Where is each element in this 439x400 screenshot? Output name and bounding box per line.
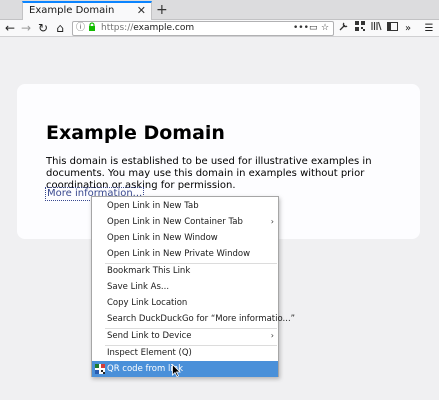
page-actions-icon[interactable]: ••• (293, 22, 309, 35)
mouse-cursor-icon (172, 364, 181, 377)
menu-item-copy-link-location[interactable]: Copy Link Location (92, 295, 278, 311)
close-tab-icon[interactable]: ✕ (137, 4, 146, 17)
hamburger-menu-icon[interactable]: ☰ (422, 20, 436, 37)
menu-item-label: Bookmark This Link (107, 266, 191, 276)
page-title: Example Domain (46, 122, 225, 144)
home-icon[interactable]: ⌂ (52, 20, 68, 37)
menu-item-open-private-window[interactable]: Open Link in New Private Window (92, 246, 278, 262)
reader-view-icon[interactable]: ▭ (309, 22, 318, 35)
menu-item-label: Send Link to Device (107, 331, 192, 341)
browser-window: Example Domain ✕ + ← → ↻ ⌂ ⓘ https://exa… (0, 0, 439, 400)
menu-item-inspect-element[interactable]: Inspect Element (Q) (92, 345, 278, 361)
qr-code-icon (95, 364, 105, 374)
url-text[interactable]: https://example.com (101, 22, 194, 35)
wrench-icon[interactable] (337, 20, 351, 37)
menu-item-label: Open Link in New Private Window (107, 249, 251, 259)
url-bar[interactable]: ⓘ https://example.com ••• ▭ ☆ (72, 21, 334, 36)
menu-item-label: Open Link in New Window (107, 233, 218, 243)
menu-item-label: Search DuckDuckGo for “More informatio..… (107, 314, 296, 324)
new-tab-button[interactable]: + (156, 1, 168, 19)
menu-item-open-new-window[interactable]: Open Link in New Window (92, 230, 278, 246)
menu-item-label: Save Link As... (107, 282, 170, 292)
menu-item-open-container-tab[interactable]: Open Link in New Container Tab › (92, 214, 278, 230)
sidebar-icon[interactable] (385, 20, 399, 37)
qr-glyph (355, 21, 365, 31)
tab-title: Example Domain (29, 5, 115, 16)
sidebar-glyph (386, 22, 398, 31)
bookmark-star-icon[interactable]: ☆ (321, 22, 329, 35)
menu-item-save-link-as[interactable]: Save Link As... (92, 279, 278, 295)
lock-icon (88, 22, 96, 37)
tab-example-domain[interactable]: Example Domain ✕ (22, 1, 152, 21)
wrench-glyph (339, 22, 348, 31)
url-scheme: https:// (101, 23, 134, 33)
back-icon[interactable]: ← (2, 20, 18, 37)
navigation-toolbar: ← → ↻ ⌂ ⓘ https://example.com ••• ▭ ☆ » … (0, 20, 439, 37)
library-glyph (370, 21, 382, 31)
url-host: example.com (133, 23, 195, 33)
menu-item-bookmark-link[interactable]: Bookmark This Link (92, 263, 278, 279)
menu-item-send-link-to-device[interactable]: Send Link to Device › (92, 328, 278, 344)
menu-item-label: Inspect Element (Q) (107, 348, 192, 358)
submenu-arrow-icon: › (270, 217, 274, 226)
menu-item-open-new-tab[interactable]: Open Link in New Tab (92, 198, 278, 214)
tab-strip: Example Domain ✕ + (0, 0, 439, 21)
qr-code-icon[interactable] (353, 20, 367, 37)
menu-item-label: Open Link in New Tab (107, 201, 199, 211)
menu-item-search-duckduckgo[interactable]: Search DuckDuckGo for “More informatio..… (92, 311, 295, 327)
context-menu: Open Link in New Tab Open Link in New Co… (91, 196, 295, 377)
site-info-icon[interactable]: ⓘ (76, 22, 85, 35)
menu-item-label: Open Link in New Container Tab (107, 217, 243, 227)
submenu-arrow-icon: › (270, 331, 274, 340)
menu-item-qr-code-from-link[interactable]: QR code from link (92, 361, 278, 377)
lock-glyph (89, 22, 95, 31)
reload-icon[interactable]: ↻ (35, 20, 51, 37)
menu-item-label: Copy Link Location (107, 298, 188, 308)
library-icon[interactable] (369, 20, 383, 37)
forward-icon[interactable]: → (18, 20, 34, 37)
overflow-menu-icon[interactable]: » (401, 20, 415, 37)
